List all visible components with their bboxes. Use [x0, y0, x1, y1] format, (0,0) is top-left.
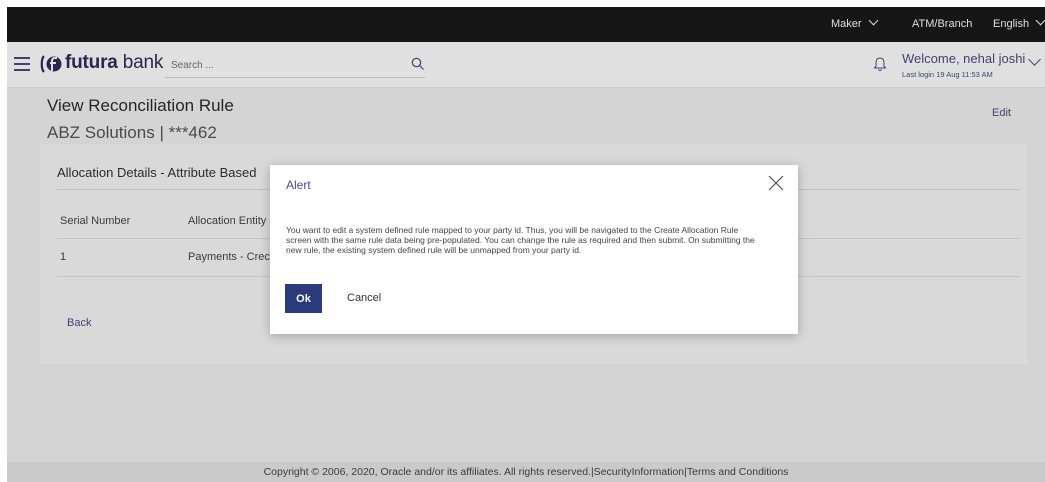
- ok-button[interactable]: Ok: [285, 284, 322, 313]
- cancel-button[interactable]: Cancel: [347, 284, 381, 313]
- close-icon[interactable]: [767, 174, 785, 192]
- dialog-title: Alert: [286, 178, 311, 192]
- alert-dialog: Alert You want to edit a system defined …: [270, 165, 798, 334]
- dialog-message: You want to edit a system defined rule m…: [286, 225, 755, 255]
